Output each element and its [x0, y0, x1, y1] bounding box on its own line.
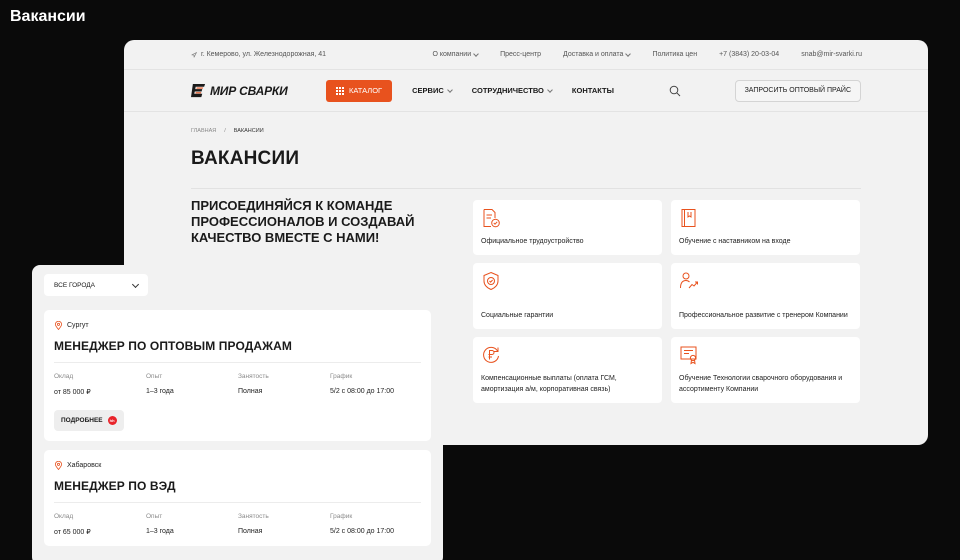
breadcrumb-separator: / — [224, 128, 226, 134]
benefit-text: Обучение Технологии сварочного оборудова… — [679, 375, 843, 393]
topbar-link-prices[interactable]: Политика цен — [652, 51, 697, 58]
address[interactable]: г. Кемерово, ул. Железнодорожная, 41 — [191, 51, 326, 58]
divider — [54, 362, 421, 363]
request-price-button[interactable]: ЗАПРОСИТЬ ОПТОВЫЙ ПРАЙС — [734, 79, 861, 102]
topbar-link-label: Политика цен — [652, 51, 698, 58]
chevron-down-icon — [547, 86, 553, 93]
job-title[interactable]: МЕНЕДЖЕР ПО ВЭД — [54, 479, 421, 493]
more-label: ПОДРОБНЕЕ — [61, 417, 103, 424]
address-text: г. Кемерово, ул. Железнодорожная, 41 — [201, 51, 327, 58]
employment-value: Полная — [238, 388, 263, 395]
spec-label: Оклад — [54, 373, 74, 380]
spec-label: Занятость — [238, 513, 269, 520]
benefit-card: Обучение с наставником на входе — [671, 200, 860, 255]
book-icon — [681, 209, 696, 227]
menu-item-label: СОТРУДНИЧЕСТВО — [471, 86, 544, 95]
main-menu: СЕРВИС СОТРУДНИЧЕСТВО КОНТАКТЫ — [412, 86, 614, 95]
city-select-value: ВСЕ ГОРОДА — [54, 281, 96, 289]
menu-item-cooperation[interactable]: СОТРУДНИЧЕСТВО — [471, 86, 553, 95]
schedule-value: 5/2 с 08:00 до 17:00 — [330, 388, 395, 395]
divider — [54, 502, 421, 503]
job-city-label: Сургут — [67, 322, 89, 329]
topbar-link-label: О компании — [432, 51, 472, 58]
mobile-vacancies-panel: ВСЕ ГОРОДА Сургут МЕНЕДЖЕР ПО ОПТОВЫМ ПР… — [32, 265, 443, 560]
spec-label: График — [330, 373, 353, 380]
benefit-card: Обучение Технологии сварочного оборудова… — [671, 337, 860, 403]
topbar-link-delivery[interactable]: Доставка и оплата — [563, 50, 632, 58]
breadcrumb: ГЛАВНАЯ / ВАКАНСИИ — [191, 128, 861, 134]
spec-label: Оклад — [54, 513, 74, 520]
benefit-text: Официальное трудоустройство — [481, 238, 584, 245]
spec-label: Занятость — [238, 373, 269, 380]
topbar-link-label: Доставка и оплата — [563, 51, 624, 58]
location-pin-icon — [54, 321, 63, 330]
salary-value: от 85 000 ₽ — [54, 389, 91, 396]
menu-item-contacts[interactable]: КОНТАКТЫ — [572, 86, 614, 95]
location-arrow-icon — [191, 51, 197, 58]
logo-text: МИР СВАРКИ — [210, 83, 288, 98]
job-city: Сургут — [54, 321, 421, 330]
benefit-card: Официальное трудоустройство — [473, 200, 662, 255]
schedule-value: 5/2 с 08:00 до 17:00 — [330, 528, 395, 535]
document-check-icon — [483, 209, 500, 228]
job-card[interactable]: Хабаровск МЕНЕДЖЕР ПО ВЭД Оклад от 65 000… — [44, 450, 431, 546]
logo-mark-icon — [191, 83, 206, 98]
email-link[interactable]: snab@mir-svarki.ru — [801, 51, 862, 58]
job-city-label: Хабаровск — [67, 462, 102, 469]
location-pin-icon — [54, 461, 63, 470]
spec-label: График — [330, 513, 353, 520]
benefits-grid: Официальное трудоустройство Обучение с н… — [473, 200, 860, 403]
chevron-down-icon — [473, 50, 479, 57]
page-heading: Вакансии — [10, 8, 86, 25]
divider — [191, 188, 861, 189]
ruble-cycle-icon — [483, 346, 499, 363]
experience-value: 1–3 года — [146, 388, 174, 395]
chevron-down-icon — [131, 280, 140, 288]
city-select[interactable]: ВСЕ ГОРОДА — [44, 274, 148, 296]
benefit-card: Профессиональное развитие с тренером Ком… — [671, 263, 860, 329]
benefit-card: Компенсационные выплаты (оплата ГСМ, амо… — [473, 337, 662, 403]
catalog-label: КАТАЛОГ — [349, 86, 383, 95]
spec-label: Опыт — [146, 513, 163, 520]
certificate-icon — [680, 346, 697, 365]
breadcrumb-home[interactable]: ГЛАВНАЯ — [191, 128, 216, 134]
chevron-down-icon — [625, 50, 632, 57]
shield-check-icon — [483, 271, 499, 291]
main-navbar: МИР СВАРКИ КАТАЛОГ СЕРВИС СОТРУДНИЧЕСТВО… — [124, 70, 928, 112]
benefit-card: Социальные гарантии — [473, 263, 662, 329]
topbar-link-about[interactable]: О компании — [432, 50, 479, 58]
chevron-down-icon — [446, 86, 453, 93]
menu-item-label: КОНТАКТЫ — [571, 86, 614, 95]
job-specs: Оклад от 65 000 ₽ Опыт 1–3 года Занятость П… — [54, 513, 421, 536]
salary-value: от 65 000 ₽ — [54, 529, 91, 536]
benefit-text: Обучение с наставником на входе — [679, 238, 791, 245]
menu-item-service[interactable]: СЕРВИС — [412, 86, 453, 95]
top-info-bar: г. Кемерово, ул. Железнодорожная, 41 О к… — [124, 40, 928, 70]
topbar-link-label: Пресс-центр — [500, 51, 542, 58]
job-specs: Оклад от 85 000 ₽ Опыт 1–3 года Занятость П… — [54, 373, 421, 396]
more-button[interactable]: ПОДРОБНЕЕ hh — [54, 410, 124, 431]
phone-link[interactable]: +7 (3843) 20-03-04 — [719, 51, 779, 58]
page-title: ВАКАНСИИ — [191, 148, 300, 169]
benefit-text: Профессиональное развитие с тренером Ком… — [679, 312, 848, 319]
hh-logo-icon: hh — [107, 416, 117, 425]
job-city: Хабаровск — [54, 461, 421, 470]
breadcrumb-current: ВАКАНСИИ — [233, 128, 264, 134]
grid-icon — [336, 86, 344, 95]
topbar-link-press[interactable]: Пресс-центр — [500, 51, 541, 58]
person-growth-icon — [680, 272, 698, 289]
spec-label: Опыт — [146, 373, 163, 380]
benefit-text: Социальные гарантии — [481, 312, 554, 319]
benefit-text: Компенсационные выплаты (оплата ГСМ, амо… — [481, 375, 617, 393]
employment-value: Полная — [238, 528, 263, 535]
menu-item-label: СЕРВИС — [412, 86, 444, 95]
experience-value: 1–3 года — [146, 528, 174, 535]
logo[interactable]: МИР СВАРКИ — [191, 83, 326, 98]
job-title[interactable]: МЕНЕДЖЕР ПО ОПТОВЫМ ПРОДАЖАМ — [54, 339, 421, 353]
search-icon[interactable] — [669, 85, 681, 97]
catalog-button[interactable]: КАТАЛОГ — [326, 79, 393, 102]
job-card[interactable]: Сургут МЕНЕДЖЕР ПО ОПТОВЫМ ПРОДАЖАМ Окла… — [44, 310, 431, 441]
